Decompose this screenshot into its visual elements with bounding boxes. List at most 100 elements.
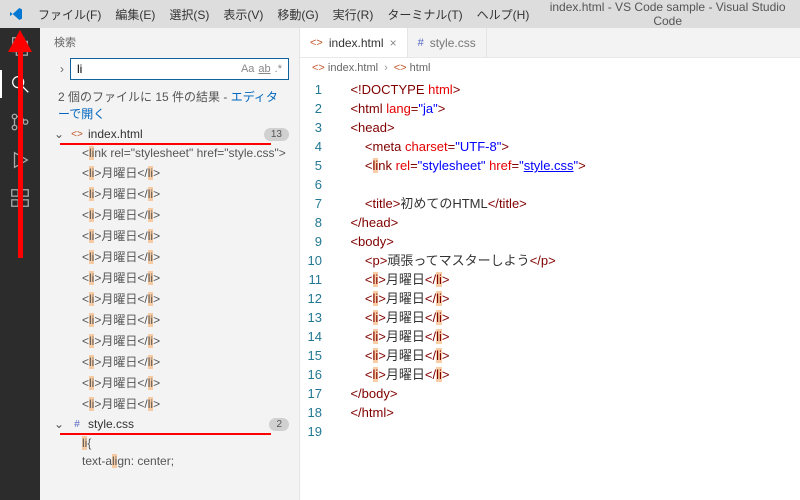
result-line[interactable]: text-align: center; (52, 452, 295, 470)
search-input-wrap: Aa ab .* (70, 58, 289, 80)
vscode-logo-icon (8, 6, 24, 22)
file-name: style.css (88, 417, 265, 431)
code-line[interactable]: 7 <title>初めてのHTML</title> (300, 194, 800, 213)
code-editor[interactable]: 1 <!DOCTYPE html>2 <html lang="ja">3 <he… (300, 78, 800, 500)
regex-toggle[interactable]: .* (275, 63, 282, 75)
code-line[interactable]: 9 <body> (300, 232, 800, 251)
match-word-toggle[interactable]: ab (258, 63, 270, 75)
line-number: 6 (300, 175, 336, 194)
line-number: 9 (300, 232, 336, 251)
line-number: 2 (300, 99, 336, 118)
code-line[interactable]: 18 </html> (300, 403, 800, 422)
result-line[interactable]: <li>月曜日</li> (52, 288, 295, 309)
code-line[interactable]: 4 <meta charset="UTF-8"> (300, 137, 800, 156)
line-number: 7 (300, 194, 336, 213)
result-line[interactable]: <li>月曜日</li> (52, 183, 295, 204)
code-line[interactable]: 19 (300, 422, 800, 441)
result-file[interactable]: ⌄<>index.html13 (52, 124, 295, 144)
chevron-down-icon: ⌄ (54, 127, 66, 141)
result-line[interactable]: <li>月曜日</li> (52, 330, 295, 351)
line-number: 15 (300, 346, 336, 365)
run-debug-icon[interactable] (8, 148, 32, 172)
menu-bar: ファイル(F) 編集(E) 選択(S) 表示(V) 移動(G) 実行(R) ターミナル(T)… (38, 6, 529, 23)
search-input[interactable] (77, 62, 241, 76)
menu-item[interactable]: ターミナル(T) (387, 6, 462, 23)
result-line[interactable]: <li>月曜日</li> (52, 393, 295, 414)
search-icon[interactable] (8, 72, 32, 96)
code-line[interactable]: 16 <li>月曜日</li> (300, 365, 800, 384)
window-title: index.html - VS Code sample - Visual Stu… (543, 0, 792, 28)
editor-tabs: <> index.html × # style.css (300, 28, 800, 58)
menu-item[interactable]: ファイル(F) (38, 6, 101, 23)
crumb-item[interactable]: <> index.html (312, 62, 378, 74)
result-line[interactable]: <li>月曜日</li> (52, 372, 295, 393)
line-number: 17 (300, 384, 336, 403)
result-line[interactable]: <li>月曜日</li> (52, 267, 295, 288)
menu-item[interactable]: ヘルプ(H) (477, 6, 530, 23)
code-line[interactable]: 10 <p>頑張ってマスターしよう</p> (300, 251, 800, 270)
line-number: 12 (300, 289, 336, 308)
result-line[interactable]: <link rel="stylesheet" href="style.css"> (52, 144, 295, 162)
line-number: 16 (300, 365, 336, 384)
result-file[interactable]: ⌄ # style.css 2 (52, 414, 295, 434)
code-line[interactable]: 1 <!DOCTYPE html> (300, 80, 800, 99)
line-number: 14 (300, 327, 336, 346)
crumb-item[interactable]: <> html (394, 62, 431, 74)
extensions-icon[interactable] (8, 186, 32, 210)
result-line[interactable]: <li>月曜日</li> (52, 162, 295, 183)
result-line[interactable]: <li>月曜日</li> (52, 351, 295, 372)
menu-item[interactable]: 編集(E) (115, 6, 155, 23)
line-number: 11 (300, 270, 336, 289)
line-number: 18 (300, 403, 336, 422)
result-line[interactable]: li{ (52, 434, 295, 452)
code-line[interactable]: 8 </head> (300, 213, 800, 232)
code-line[interactable]: 6 (300, 175, 800, 194)
match-case-toggle[interactable]: Aa (241, 63, 254, 75)
sidebar-title: 検索 (40, 28, 299, 56)
code-line[interactable]: 11 <li>月曜日</li> (300, 270, 800, 289)
tab-label: style.css (430, 36, 476, 50)
source-control-icon[interactable] (8, 110, 32, 134)
file-icon: # (418, 37, 424, 49)
code-line[interactable]: 13 <li>月曜日</li> (300, 308, 800, 327)
code-line[interactable]: 15 <li>月曜日</li> (300, 346, 800, 365)
code-line[interactable]: 2 <html lang="ja"> (300, 99, 800, 118)
code-line[interactable]: 14 <li>月曜日</li> (300, 327, 800, 346)
file-icon: # (70, 417, 84, 431)
breadcrumb[interactable]: <> index.html › <> html (300, 58, 800, 78)
menu-item[interactable]: 表示(V) (223, 6, 263, 23)
result-line[interactable]: <li>月曜日</li> (52, 225, 295, 246)
match-count-badge: 2 (269, 418, 289, 431)
result-line[interactable]: <li>月曜日</li> (52, 246, 295, 267)
code-line[interactable]: 12 <li>月曜日</li> (300, 289, 800, 308)
code-line[interactable]: 3 <head> (300, 118, 800, 137)
toggle-replace-icon[interactable]: › (60, 62, 64, 76)
result-line[interactable]: <li>月曜日</li> (52, 204, 295, 225)
menu-item[interactable]: 実行(R) (333, 6, 374, 23)
line-number: 8 (300, 213, 336, 232)
code-line[interactable]: 17 </body> (300, 384, 800, 403)
file-icon: <> (312, 62, 325, 74)
code-line[interactable]: 5 <link rel="stylesheet" href="style.css… (300, 156, 800, 175)
editor-area: <>index.html×#style.css <> index.html›<>… (300, 28, 800, 500)
chevron-right-icon: › (384, 62, 388, 74)
activity-bar (0, 28, 40, 500)
menu-item[interactable]: 選択(S) (169, 6, 209, 23)
line-number: 1 (300, 80, 336, 99)
result-line[interactable]: <li>月曜日</li> (52, 309, 295, 330)
menu-item[interactable]: 移動(G) (277, 6, 318, 23)
close-icon[interactable]: × (390, 36, 397, 50)
line-number: 13 (300, 308, 336, 327)
line-number: 19 (300, 422, 336, 441)
results-tree: ⌄<>index.html13<link rel="stylesheet" hr… (40, 124, 299, 500)
line-number: 10 (300, 251, 336, 270)
line-number: 3 (300, 118, 336, 137)
editor-tab[interactable]: <> index.html × (300, 28, 408, 57)
explorer-icon[interactable] (8, 34, 32, 58)
file-icon: <> (394, 62, 407, 74)
chevron-down-icon: ⌄ (54, 417, 66, 431)
editor-tab[interactable]: # style.css (408, 28, 487, 57)
file-icon: <> (310, 37, 323, 49)
search-sidebar: 検索 › Aa ab .* 2 個のファイルに 15 件の結果 - エディターで… (40, 28, 300, 500)
tab-label: index.html (329, 36, 384, 50)
